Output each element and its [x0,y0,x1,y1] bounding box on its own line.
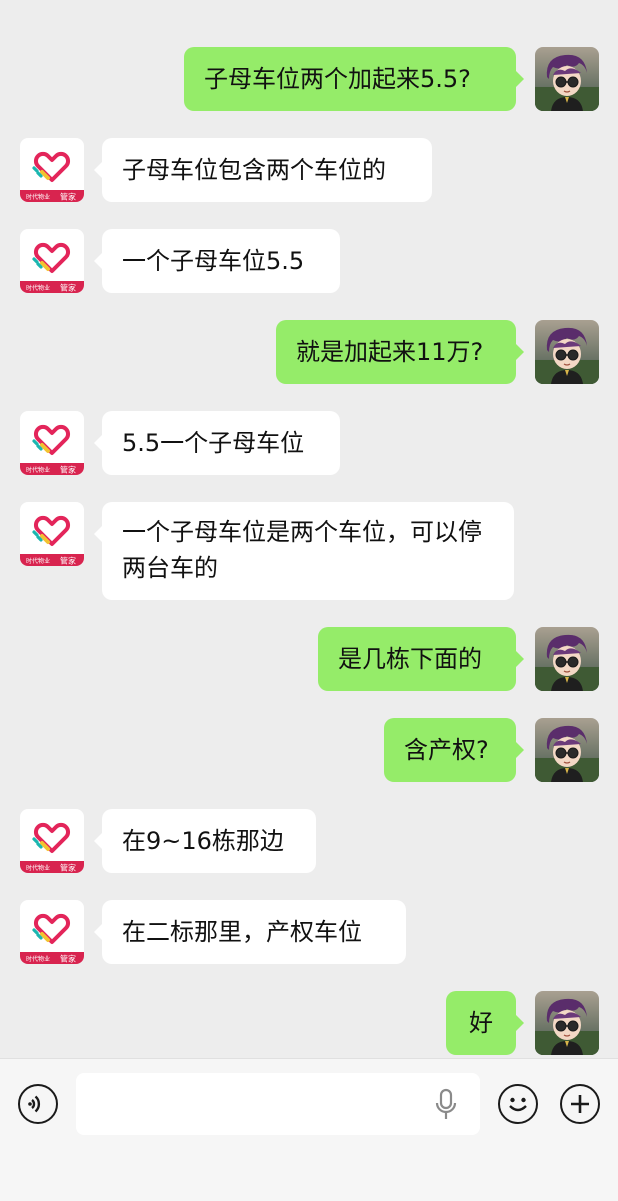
chat-message-list: 子母车位两个加起来5.5? 时代物业 管家 子母车位包含两个车位的 时代物业 管… [0,0,618,1058]
svg-text:时代物业: 时代物业 [26,557,50,565]
message-bubble[interactable]: 子母车位两个加起来5.5? [184,47,524,111]
heart-logo-icon: 时代物业 管家 [20,138,84,202]
contact-avatar[interactable]: 时代物业 管家 [20,411,84,475]
message-bubble[interactable]: 是几栋下面的 [318,627,524,691]
contact-avatar[interactable]: 时代物业 管家 [20,229,84,293]
svg-text:时代物业: 时代物业 [26,864,50,872]
message-bubble[interactable]: 一个子母车位是两个车位，可以停两台车的 [94,502,514,600]
message-bubble[interactable]: 5.5一个子母车位 [94,411,340,475]
chat-input-bar [0,1058,618,1201]
self-avatar[interactable] [535,627,599,691]
message-bubble[interactable]: 好 [446,991,524,1055]
contact-avatar[interactable]: 时代物业 管家 [20,900,84,964]
emoji-icon[interactable] [498,1084,538,1124]
svg-text:管家: 管家 [60,954,76,964]
contact-avatar[interactable]: 时代物业 管家 [20,502,84,566]
heart-logo-icon: 时代物业 管家 [20,502,84,566]
svg-text:时代物业: 时代物业 [26,466,50,474]
contact-avatar[interactable]: 时代物业 管家 [20,138,84,202]
self-avatar[interactable] [535,47,599,111]
contact-avatar[interactable]: 时代物业 管家 [20,809,84,873]
voice-mode-icon[interactable] [18,1084,58,1124]
heart-logo-icon: 时代物业 管家 [20,411,84,475]
anime-boy-avatar-icon [535,718,599,782]
svg-text:管家: 管家 [60,283,76,293]
svg-text:时代物业: 时代物业 [26,193,50,201]
message-bubble[interactable]: 在二标那里，产权车位 [94,900,406,964]
svg-text:管家: 管家 [60,863,76,873]
anime-boy-avatar-icon [535,627,599,691]
anime-boy-avatar-icon [535,47,599,111]
svg-text:管家: 管家 [60,465,76,475]
self-avatar[interactable] [535,718,599,782]
message-bubble[interactable]: 一个子母车位5.5 [94,229,340,293]
heart-logo-icon: 时代物业 管家 [20,900,84,964]
svg-text:管家: 管家 [60,556,76,566]
message-bubble[interactable]: 子母车位包含两个车位的 [94,138,432,202]
message-bubble[interactable]: 在9~16栋那边 [94,809,316,873]
message-bubble[interactable]: 含产权? [384,718,524,782]
svg-text:时代物业: 时代物业 [26,955,50,963]
microphone-icon[interactable] [432,1087,460,1123]
anime-boy-avatar-icon [535,991,599,1055]
svg-text:时代物业: 时代物业 [26,284,50,292]
message-input[interactable] [76,1073,480,1135]
anime-boy-avatar-icon [535,320,599,384]
self-avatar[interactable] [535,991,599,1055]
svg-text:管家: 管家 [60,192,76,202]
heart-logo-icon: 时代物业 管家 [20,809,84,873]
self-avatar[interactable] [535,320,599,384]
add-icon[interactable] [560,1084,600,1124]
heart-logo-icon: 时代物业 管家 [20,229,84,293]
message-bubble[interactable]: 就是加起来11万? [276,320,524,384]
